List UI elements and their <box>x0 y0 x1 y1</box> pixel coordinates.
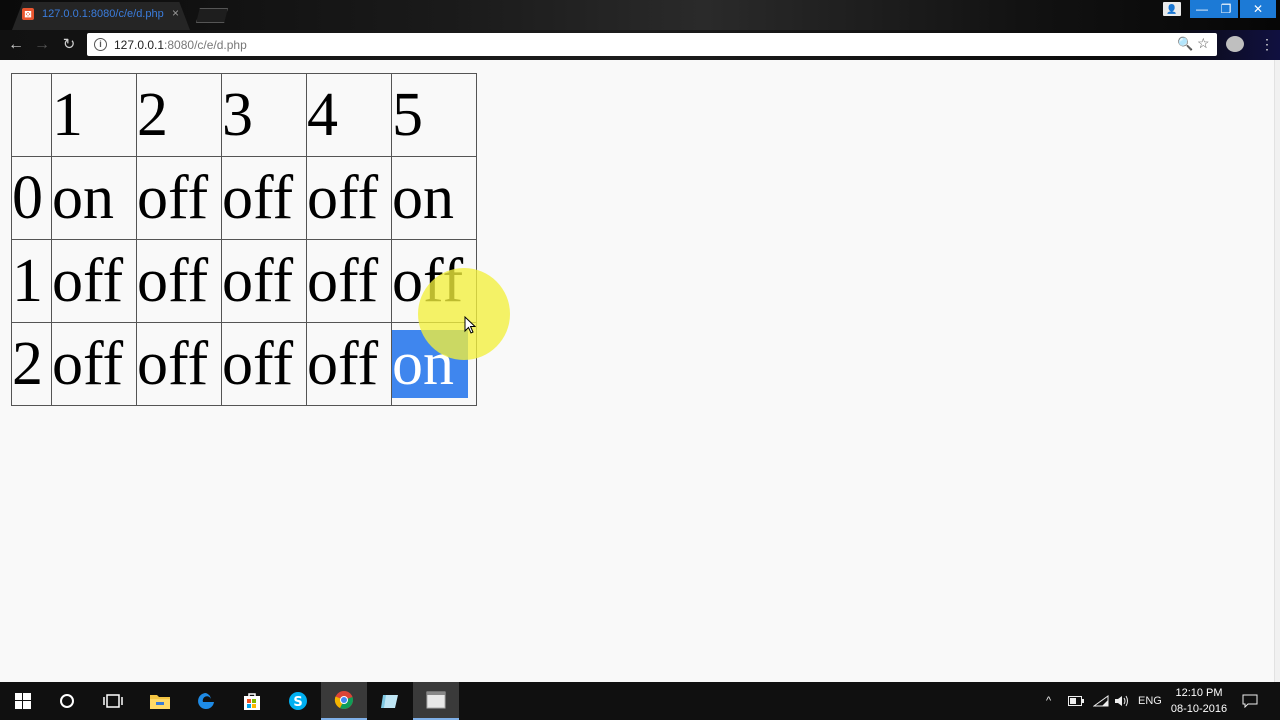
column-header: 1 <box>51 73 137 157</box>
window-icon[interactable] <box>413 682 459 720</box>
table-cell-selected[interactable]: on <box>391 322 477 406</box>
skype-icon[interactable]: S <box>275 682 321 720</box>
table-cell[interactable]: off <box>306 156 392 240</box>
start-icon[interactable] <box>0 682 46 720</box>
selected-text: on <box>392 330 468 398</box>
table-row: 1 off off off off off <box>11 239 477 323</box>
clock[interactable]: 12:10 PM 08-10-2016 <box>1166 685 1232 717</box>
clock-time: 12:10 PM <box>1175 687 1223 699</box>
svg-text:S: S <box>293 695 302 710</box>
column-header: 5 <box>391 73 477 157</box>
table-cell[interactable]: off <box>221 239 307 323</box>
table-cell[interactable]: on <box>51 156 137 240</box>
close-button[interactable]: ✕ <box>1240 0 1276 18</box>
table-cell[interactable]: off <box>51 239 137 323</box>
notepad-icon[interactable] <box>367 682 413 720</box>
xampp-favicon-icon: ⊠ <box>22 8 34 20</box>
task-view-icon[interactable] <box>90 682 136 720</box>
table-header-row: 1 2 3 4 5 <box>11 73 477 157</box>
language-indicator[interactable]: ENG <box>1138 682 1162 720</box>
chrome-icon[interactable] <box>321 682 367 720</box>
state-table: 1 2 3 4 5 0 on off off off on 1 off off … <box>11 73 477 406</box>
table-cell[interactable]: off <box>306 239 392 323</box>
cortana-icon[interactable] <box>44 682 90 720</box>
menu-icon[interactable]: ⋮ <box>1260 36 1274 52</box>
column-header: 3 <box>221 73 307 157</box>
windows-taskbar: S ^ ENG 12:10 PM 08-10-2016 <box>0 682 1280 720</box>
url-text[interactable]: 127.0.0.1:8080/c/e/d.php <box>114 38 247 52</box>
maximize-button[interactable]: ❐ <box>1214 0 1238 18</box>
store-icon[interactable] <box>229 682 275 720</box>
table-cell[interactable]: off <box>136 322 222 406</box>
table-cell[interactable]: off <box>51 322 137 406</box>
tab-close-icon[interactable]: × <box>172 6 179 20</box>
back-icon[interactable]: ← <box>6 35 26 55</box>
table-row: 2 off off off off on <box>11 322 477 406</box>
minimize-button[interactable]: — <box>1190 0 1214 18</box>
table-row: 0 on off off off on <box>11 156 477 240</box>
info-icon[interactable]: i <box>94 38 107 51</box>
row-header: 0 <box>11 156 52 240</box>
table-cell[interactable]: off <box>391 239 477 323</box>
file-explorer-icon[interactable] <box>137 682 183 720</box>
table-corner-cell <box>11 73 52 157</box>
row-header: 1 <box>11 239 52 323</box>
wifi-icon[interactable] <box>1093 682 1109 720</box>
volume-icon[interactable] <box>1114 682 1130 720</box>
battery-icon[interactable] <box>1068 682 1084 720</box>
profile-icon[interactable]: 👤 <box>1163 2 1181 16</box>
notification-icon[interactable] <box>1242 682 1258 720</box>
page-scrollbar[interactable] <box>1274 60 1280 682</box>
table-cell[interactable]: off <box>136 239 222 323</box>
table-cell[interactable]: off <box>221 322 307 406</box>
clock-date: 08-10-2016 <box>1170 703 1228 715</box>
column-header: 4 <box>306 73 392 157</box>
tab-title[interactable]: 127.0.0.1:8080/c/e/d.php <box>42 8 164 20</box>
table-cell[interactable]: off <box>136 156 222 240</box>
new-tab-button[interactable] <box>196 8 228 23</box>
show-hidden-icons-icon[interactable]: ^ <box>1046 682 1051 720</box>
column-header: 2 <box>136 73 222 157</box>
table-cell[interactable]: off <box>221 156 307 240</box>
table-cell[interactable]: off <box>306 322 392 406</box>
page-viewport: 1 2 3 4 5 0 on off off off on 1 off off … <box>0 60 1280 682</box>
address-bar[interactable]: i 127.0.0.1:8080/c/e/d.php 🔍 ☆ <box>87 33 1217 56</box>
table-cell[interactable]: on <box>391 156 477 240</box>
edge-icon[interactable] <box>183 682 229 720</box>
browser-titlebar: ⊠ 127.0.0.1:8080/c/e/d.php × 👤 — ❐ ✕ <box>0 0 1280 30</box>
extension-icon[interactable] <box>1226 36 1244 52</box>
star-icon[interactable]: ☆ <box>1197 35 1210 52</box>
row-header: 2 <box>11 322 52 406</box>
forward-icon[interactable]: → <box>32 35 52 55</box>
zoom-icon[interactable]: 🔍 <box>1177 36 1193 52</box>
reload-icon[interactable]: ↻ <box>59 35 79 55</box>
